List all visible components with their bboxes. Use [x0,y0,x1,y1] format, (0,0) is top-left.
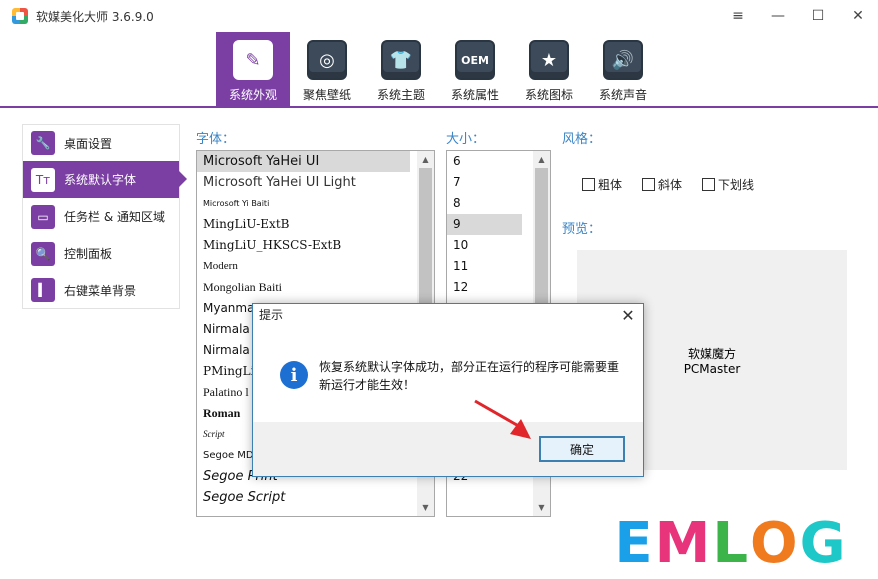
sidebar-item-4[interactable]: ▍ 右键菜单背景 [22,272,180,309]
size-label: 大小： [446,132,486,147]
watermark-letter: M [654,510,713,576]
font-item[interactable]: Microsoft Yi Baiti [197,193,434,214]
watermark-letter: O [750,510,800,576]
font-icon: Tт [31,167,55,192]
checkbox-box[interactable] [642,178,656,191]
oem-icon: OEM [455,40,495,80]
font-item[interactable]: Microsoft YaHei UI Light [197,172,434,193]
watermark-letter: L [712,510,751,576]
dialog-close-icon[interactable]: ✕ [613,304,643,326]
wrench-icon: 🔧 [31,131,55,155]
tab-label: 系统主题 [376,88,425,102]
tshirt-icon: 👕 [381,40,421,80]
sidebar: 🔧 桌面设置 Tт 系统默认字体 ▭ 任务栏 & 通知区域 🔍 控制面板 ▍ 右键菜单背景 [22,124,187,514]
font-label: 字体： [196,132,236,147]
window-title: 软媒美化大师 3.6.9.0 [36,9,154,24]
info-icon: i [280,361,308,389]
watermark-letter: E [614,510,655,576]
tab-5[interactable]: 🔊 系统声音 [586,32,660,106]
app-logo-icon [12,8,28,24]
font-item[interactable]: MingLiU-ExtB [197,214,434,235]
close-button[interactable]: ✕ [838,0,878,32]
dialog-title: 提示 [253,304,643,326]
watermark-letter: G [799,510,848,576]
speaker-icon: 🔊 [603,40,643,80]
tab-1[interactable]: ◎ 聚焦壁纸 [290,32,364,106]
scroll-up-icon[interactable]: ▲ [417,151,434,168]
context-menu-icon: ▍ [31,278,55,302]
font-item[interactable]: Modern [197,256,434,277]
tab-4[interactable]: ★ 系统图标 [512,32,586,106]
sidebar-item-label: 控制面板 [64,247,113,261]
maximize-button[interactable]: ☐ [798,0,838,32]
emlog-watermark: EMLOG [584,508,878,579]
size-item[interactable]: 9 [447,214,522,235]
title-bar: 软媒美化大师 3.6.9.0 ≡ — ☐ ✕ [0,0,878,32]
menu-button[interactable]: ≡ [718,0,758,32]
dialog-footer: 确定 [253,422,643,476]
tab-2[interactable]: 👕 系统主题 [364,32,438,106]
top-tab-bar: ✎ 系统外观 ◎ 聚焦壁纸 👕 系统主题 OEM 系统属性 ★ 系统图标 🔊 系统声音 [0,32,878,108]
preview-label: 预览： [562,222,602,237]
style-options: 粗体 斜体 下划线 [582,176,754,193]
dialog-body: i 恢复系统默认字体成功，部分正在运行的程序可能需要重新运行才能生效！ [253,326,643,422]
taskbar-icon: ▭ [31,204,55,229]
font-item[interactable]: Microsoft YaHei UI [197,151,410,172]
scroll-down-icon[interactable]: ▼ [417,499,434,516]
sidebar-item-2[interactable]: ▭ 任务栏 & 通知区域 [22,198,180,235]
message-dialog: 提示 ✕ i 恢复系统默认字体成功，部分正在运行的程序可能需要重新运行才能生效！… [252,303,644,477]
checkbox-box[interactable] [582,178,595,191]
font-scroll-thumb[interactable] [419,168,432,308]
tab-list: ✎ 系统外观 ◎ 聚焦壁纸 👕 系统主题 OEM 系统属性 ★ 系统图标 🔊 系统声音 [216,32,660,106]
tab-label: 系统图标 [524,88,573,102]
sidebar-item-3[interactable]: 🔍 控制面板 [22,235,180,272]
brush-icon: ✎ [233,40,273,80]
tab-3[interactable]: OEM 系统属性 [438,32,512,106]
underline-label: 下划线 [718,178,755,192]
bold-label: 粗体 [598,178,623,192]
sidebar-item-1[interactable]: Tт 系统默认字体 [22,161,187,198]
sidebar-item-label: 系统默认字体 [64,173,137,187]
underline-checkbox[interactable]: 下划线 [702,176,754,193]
tab-0[interactable]: ✎ 系统外观 [216,32,290,106]
sidebar-item-label: 桌面设置 [64,136,113,151]
tab-label: 系统属性 [450,88,499,102]
sidebar-item-0[interactable]: 🔧 桌面设置 [22,124,180,161]
window-controls: ≡ — ☐ ✕ [718,0,878,32]
font-item[interactable]: Mongolian Baiti [197,277,434,298]
magnifier-icon: 🔍 [31,241,55,266]
tab-label: 聚焦壁纸 [302,88,351,102]
minimize-button[interactable]: — [758,0,798,32]
scroll-up-icon[interactable]: ▲ [533,151,550,168]
italic-label: 斜体 [658,178,683,192]
target-icon: ◎ [307,40,347,80]
style-label: 风格： [562,132,602,147]
sidebar-item-label: 右键菜单背景 [64,283,137,298]
sidebar-item-label: 任务栏 & 通知区域 [64,210,165,224]
tab-label: 系统外观 [228,88,277,102]
bold-checkbox[interactable]: 粗体 [582,176,622,193]
tab-label: 系统声音 [598,88,647,102]
font-item[interactable]: MingLiU_HKSCS-ExtB [197,235,434,256]
italic-checkbox[interactable]: 斜体 [642,176,682,193]
checkbox-box[interactable] [702,178,716,191]
star-icon: ★ [529,40,569,80]
scroll-down-icon[interactable]: ▼ [533,499,550,516]
ok-button[interactable]: 确定 [539,436,625,462]
dialog-message: 恢复系统默认字体成功，部分正在运行的程序可能需要重新运行才能生效！ [319,360,620,392]
font-item[interactable]: Segoe Script [197,487,434,508]
